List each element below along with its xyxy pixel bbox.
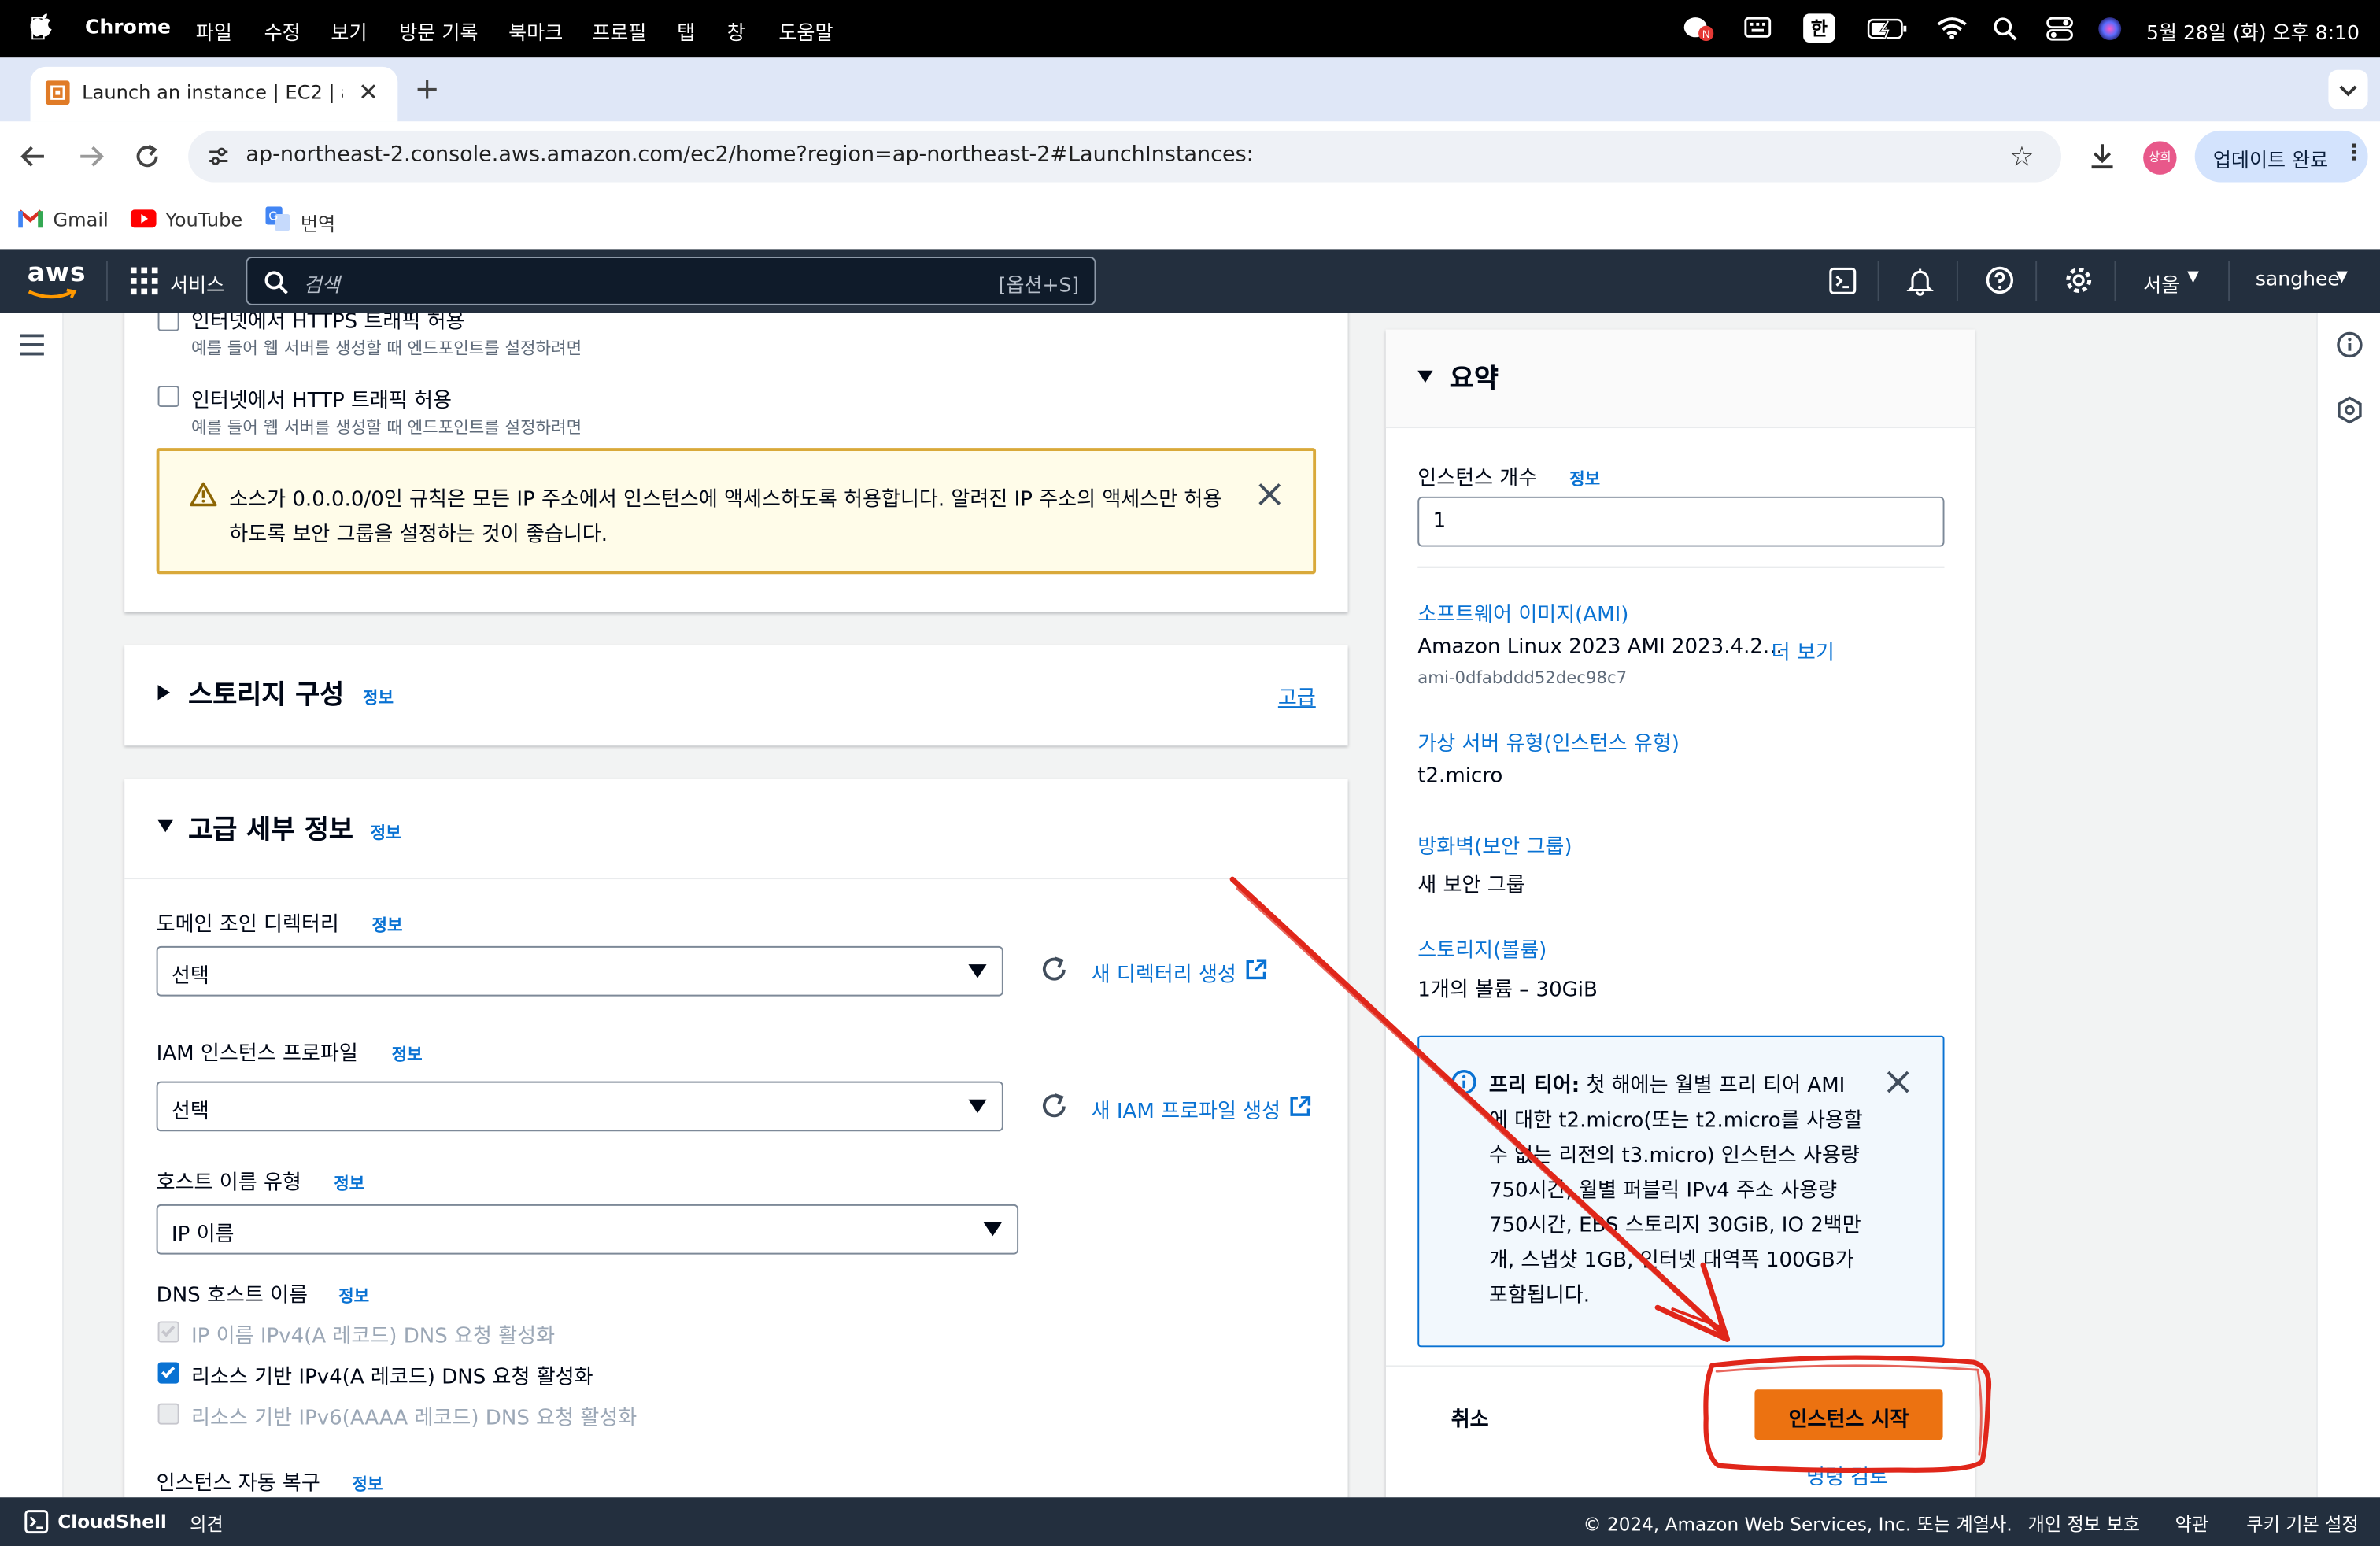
menu-file[interactable]: 파일	[196, 17, 232, 46]
settings-gear-icon[interactable]	[2064, 266, 2094, 295]
kebab-menu-icon: ⋮	[2343, 141, 2365, 166]
main-content: 인터넷에서 HTTPS 트래픽 허용 예를 들어 웹 서버를 생성할 때 엔드포…	[0, 313, 2380, 1498]
control-center-icon[interactable]	[2046, 15, 2074, 43]
profile-avatar[interactable]: 상희	[2143, 141, 2177, 175]
forward-icon[interactable]	[76, 142, 106, 170]
aws-logo-text: aws	[27, 257, 87, 289]
search-placeholder: 검색	[303, 275, 340, 298]
menu-help[interactable]: 도움말	[778, 17, 833, 46]
bookmark-translate-label: 번역	[300, 213, 336, 236]
reload-icon[interactable]	[134, 142, 161, 170]
services-label: 서비스	[169, 275, 225, 298]
url-text[interactable]: ap-northeast-2.console.aws.amazon.com/ec…	[246, 142, 1253, 167]
menu-view[interactable]: 보기	[331, 17, 367, 46]
menu-bookmarks[interactable]: 북마크	[508, 17, 563, 46]
help-icon[interactable]	[1986, 266, 2015, 295]
update-button[interactable]: 업데이트 완료 ⋮	[2194, 130, 2368, 183]
svg-text:G: G	[268, 210, 278, 224]
apple-logo-icon[interactable]	[30, 13, 55, 41]
back-icon[interactable]	[18, 142, 49, 170]
menu-history[interactable]: 방문 기록	[399, 17, 478, 46]
mac-menu-bar:  Chrome 파일 수정 보기 방문 기록 북마크 프로필 탭 창 도움말 …	[0, 0, 2380, 58]
new-tab-icon[interactable]: +	[414, 70, 439, 106]
site-info-icon[interactable]	[206, 144, 231, 168]
region-label: 서울	[2143, 275, 2180, 298]
aws-favicon-icon	[45, 80, 70, 105]
download-icon[interactable]	[2089, 141, 2116, 172]
aws-smile-icon	[28, 288, 77, 299]
menu-tab[interactable]: 탭	[677, 17, 695, 46]
wifi-icon[interactable]	[1937, 17, 1968, 40]
services-grid-icon	[130, 267, 158, 295]
console-search-input[interactable]: 검색 [옵션+S]	[246, 257, 1096, 305]
terms-link[interactable]: 약관	[2175, 1511, 2209, 1537]
search-icon	[264, 271, 288, 294]
privacy-link[interactable]: 개인 정보 보호	[2028, 1511, 2140, 1537]
header-divider	[2114, 261, 2116, 301]
caret-down-icon: ▼	[2336, 268, 2348, 286]
browser-tab[interactable]: Launch an instance | EC2 | ap ✕	[30, 66, 398, 122]
copyright-text: © 2024, Amazon Web Services, Inc. 또는 계열사…	[1583, 1514, 2012, 1536]
cloudshell-icon	[24, 1510, 49, 1534]
cloudshell-label: CloudShell	[57, 1511, 167, 1533]
header-divider	[2035, 261, 2038, 301]
notifications-bell-icon[interactable]	[1906, 266, 1934, 297]
svg-text:N: N	[1702, 28, 1710, 40]
menu-profiles[interactable]: 프로필	[592, 17, 646, 46]
translate-icon: G	[265, 206, 290, 231]
app-name[interactable]: Chrome	[85, 17, 171, 39]
bookmark-star-icon[interactable]: ☆	[2009, 141, 2034, 173]
annotation-highlight-box	[1703, 1355, 1992, 1474]
address-bar[interactable]: ap-northeast-2.console.aws.amazon.com/ec…	[188, 130, 2061, 183]
console-footer: CloudShell 의견 © 2024, Amazon Web Service…	[0, 1497, 2380, 1546]
menu-window[interactable]: 창	[727, 17, 745, 46]
battery-icon[interactable]	[1867, 18, 1909, 39]
caret-down-icon: ▼	[2187, 268, 2199, 286]
siri-icon[interactable]	[2097, 17, 2122, 41]
chat-icon[interactable]: N	[1683, 15, 1714, 43]
bookmark-youtube-label: YouTube	[165, 208, 243, 231]
aws-console-header: aws 서비스 검색 [옵션+S] 서울 ▼ sanghee ▼	[0, 249, 2380, 313]
youtube-icon	[130, 209, 157, 228]
input-method-indicator[interactable]: 한	[1803, 13, 1835, 43]
gmail-icon	[18, 209, 42, 228]
account-username: sanghee	[2255, 268, 2340, 292]
feedback-link[interactable]: 의견	[190, 1511, 224, 1537]
cookie-preferences-link[interactable]: 쿠키 기본 설정	[2246, 1511, 2358, 1537]
update-button-label: 업데이트 완료	[2212, 150, 2329, 173]
spotlight-icon[interactable]	[1993, 17, 2017, 41]
annotation-arrow	[1229, 876, 1731, 1342]
menu-bar-clock[interactable]: 5월 28일 (화) 오후 8:10	[2146, 17, 2360, 46]
red-annotation-overlay	[1229, 876, 1992, 1474]
tab-search-button[interactable]	[2328, 69, 2368, 109]
search-shortcut: [옵션+S]	[998, 275, 1080, 298]
cloudshell-icon[interactable]	[1829, 267, 1857, 295]
browser-tab-strip: Launch an instance | EC2 | ap ✕ +	[0, 57, 2380, 122]
header-divider	[1956, 261, 1958, 301]
menu-edit[interactable]: 수정	[264, 17, 301, 46]
header-divider	[105, 261, 108, 301]
browser-toolbar: ap-northeast-2.console.aws.amazon.com/ec…	[0, 121, 2380, 192]
bookmarks-bar: Gmail YouTube G 번역	[0, 191, 2380, 250]
header-divider	[1877, 261, 1879, 301]
tab-title: Launch an instance | EC2 | ap	[82, 80, 343, 104]
bookmark-gmail-label: Gmail	[53, 208, 109, 231]
header-divider	[2228, 261, 2230, 301]
tab-close-icon[interactable]: ✕	[358, 77, 379, 106]
keyboard-icon[interactable]	[1744, 17, 1772, 38]
